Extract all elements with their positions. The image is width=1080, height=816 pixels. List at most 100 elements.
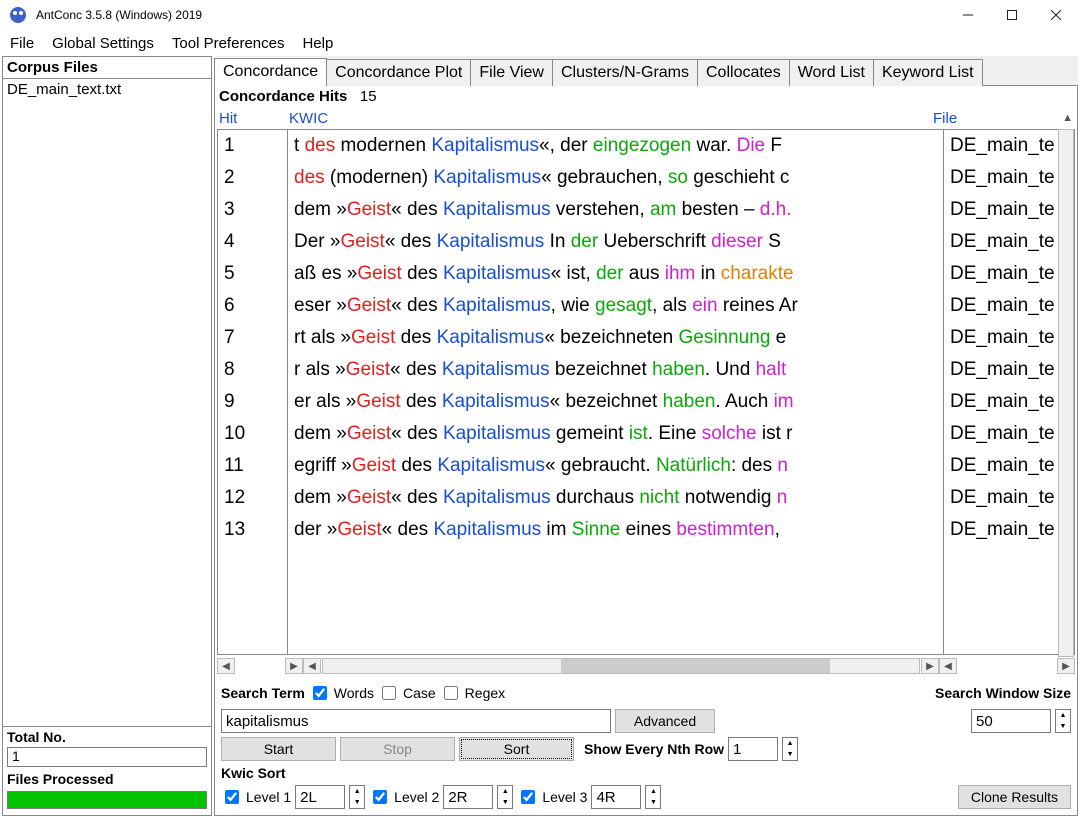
level2-input[interactable] xyxy=(443,785,493,809)
start-button[interactable]: Start xyxy=(221,737,336,761)
kwic-line[interactable]: r als »Geist« des Kapitalismus bezeichne… xyxy=(288,354,943,386)
level1-label: Level 1 xyxy=(246,789,291,805)
hit-number: 4 xyxy=(218,226,287,258)
tab-clusters[interactable]: Clusters/N-Grams xyxy=(552,59,698,86)
file-list-item[interactable]: DE_main_text.txt xyxy=(7,81,207,98)
level1-spinner[interactable]: ▲▼ xyxy=(349,785,365,809)
scroll-up-icon[interactable]: ▲ xyxy=(1062,112,1073,124)
hit-number: 6 xyxy=(218,290,287,322)
concordance-hits-header: Concordance Hits 15 xyxy=(215,86,1077,107)
clone-results-button[interactable]: Clone Results xyxy=(958,785,1071,809)
file-cell[interactable]: DE_main_te xyxy=(944,194,1074,226)
vertical-scrollbar[interactable] xyxy=(1058,129,1074,657)
level2-spinner[interactable]: ▲▼ xyxy=(497,785,513,809)
hit-number: 10 xyxy=(218,418,287,450)
hit-number: 8 xyxy=(218,354,287,386)
level1-input[interactable] xyxy=(295,785,345,809)
search-input[interactable] xyxy=(221,709,611,733)
scroll-left-icon[interactable]: ◀ xyxy=(217,658,235,674)
hit-number: 11 xyxy=(218,450,287,482)
app-icon xyxy=(6,3,30,27)
scroll-left-icon[interactable]: ◀ xyxy=(939,658,957,674)
words-label: Words xyxy=(334,685,374,701)
regex-checkbox[interactable] xyxy=(444,686,458,700)
kwic-line[interactable]: egriff »Geist des Kapitalismus« gebrauch… xyxy=(288,450,943,482)
kwic-line[interactable]: dem »Geist« des Kapitalismus durchaus ni… xyxy=(288,482,943,514)
case-checkbox[interactable] xyxy=(382,686,396,700)
hit-number: 1 xyxy=(218,130,287,162)
file-cell[interactable]: DE_main_te xyxy=(944,258,1074,290)
search-term-label: Search Term xyxy=(221,685,305,701)
kwic-line[interactable]: eser »Geist« des Kapitalismus, wie gesag… xyxy=(288,290,943,322)
search-window-size-label: Search Window Size xyxy=(935,685,1071,701)
file-cell[interactable]: DE_main_te xyxy=(944,322,1074,354)
scroll-left-icon[interactable]: ◀ xyxy=(303,658,321,674)
file-cell[interactable]: DE_main_te xyxy=(944,130,1074,162)
tab-file-view[interactable]: File View xyxy=(470,59,553,86)
tool-tabs: Concordance Concordance Plot File View C… xyxy=(214,56,1078,86)
file-cell[interactable]: DE_main_te xyxy=(944,482,1074,514)
file-list[interactable]: DE_main_text.txt xyxy=(3,79,211,726)
tab-concordance-plot[interactable]: Concordance Plot xyxy=(326,59,471,86)
sort-button[interactable]: Sort xyxy=(459,737,574,761)
tab-wordlist[interactable]: Word List xyxy=(789,59,874,86)
maximize-button[interactable] xyxy=(990,0,1034,30)
file-cell[interactable]: DE_main_te xyxy=(944,290,1074,322)
tab-keywordlist[interactable]: Keyword List xyxy=(873,59,983,86)
stop-button[interactable]: Stop xyxy=(340,737,455,761)
close-button[interactable] xyxy=(1034,0,1078,30)
menu-help[interactable]: Help xyxy=(296,33,345,54)
scroll-right-icon[interactable]: ▶ xyxy=(1057,658,1075,674)
menu-file[interactable]: File xyxy=(4,33,46,54)
kwic-line[interactable]: der »Geist« des Kapitalismus im Sinne ei… xyxy=(288,514,943,546)
kwic-line[interactable]: aß es »Geist des Kapitalismus« ist, der … xyxy=(288,258,943,290)
file-cell[interactable]: DE_main_te xyxy=(944,514,1074,546)
level3-input[interactable] xyxy=(591,785,641,809)
tab-concordance[interactable]: Concordance xyxy=(214,58,327,86)
nth-row-spinner[interactable]: ▲▼ xyxy=(782,737,798,761)
kwic-line[interactable]: rt als »Geist des Kapitalismus« bezeichn… xyxy=(288,322,943,354)
header-file[interactable]: File xyxy=(933,110,1073,127)
file-cell[interactable]: DE_main_te xyxy=(944,418,1074,450)
corpus-files-header: Corpus Files xyxy=(3,57,211,79)
file-cell[interactable]: DE_main_te xyxy=(944,162,1074,194)
hit-number: 9 xyxy=(218,386,287,418)
hit-number: 13 xyxy=(218,514,287,546)
minimize-button[interactable] xyxy=(946,0,990,30)
header-hit[interactable]: Hit xyxy=(219,110,289,127)
nth-row-input[interactable] xyxy=(728,737,778,761)
file-cell[interactable]: DE_main_te xyxy=(944,386,1074,418)
kwic-line[interactable]: dem »Geist« des Kapitalismus verstehen, … xyxy=(288,194,943,226)
words-checkbox[interactable] xyxy=(313,686,327,700)
window-titlebar: AntConc 3.5.8 (Windows) 2019 xyxy=(0,0,1080,30)
level3-checkbox[interactable] xyxy=(521,790,535,804)
hit-number: 2 xyxy=(218,162,287,194)
level1-checkbox[interactable] xyxy=(225,790,239,804)
kwic-line[interactable]: Der »Geist« des Kapitalismus In der Uebe… xyxy=(288,226,943,258)
file-cell[interactable]: DE_main_te xyxy=(944,450,1074,482)
menu-global-settings[interactable]: Global Settings xyxy=(46,33,166,54)
scroll-right-icon[interactable]: ▶ xyxy=(921,658,939,674)
window-size-spinner[interactable]: ▲▼ xyxy=(1055,709,1071,733)
header-kwic[interactable]: KWIC xyxy=(289,110,933,127)
file-cell[interactable]: DE_main_te xyxy=(944,226,1074,258)
tab-collocates[interactable]: Collocates xyxy=(697,59,790,86)
hit-number: 12 xyxy=(218,482,287,514)
kwic-line[interactable]: des (modernen) Kapitalismus« gebrauchen,… xyxy=(288,162,943,194)
window-size-input[interactable] xyxy=(971,709,1051,733)
advanced-button[interactable]: Advanced xyxy=(615,709,715,733)
kwic-scrollbar[interactable] xyxy=(322,658,920,674)
results-grid[interactable]: 12345678910111213 t des modernen Kapital… xyxy=(217,129,1075,655)
menu-tool-preferences[interactable]: Tool Preferences xyxy=(166,33,297,54)
progress-bar xyxy=(7,791,207,809)
kwic-line[interactable]: t des modernen Kapitalismus«, der eingez… xyxy=(288,130,943,162)
level3-spinner[interactable]: ▲▼ xyxy=(645,785,661,809)
kwic-line[interactable]: dem »Geist« des Kapitalismus gemeint ist… xyxy=(288,418,943,450)
level2-checkbox[interactable] xyxy=(373,790,387,804)
kwic-line[interactable]: er als »Geist des Kapitalismus« bezeichn… xyxy=(288,386,943,418)
menubar: File Global Settings Tool Preferences He… xyxy=(0,30,1080,56)
file-cell[interactable]: DE_main_te xyxy=(944,354,1074,386)
total-no-value: 1 xyxy=(7,747,207,767)
scroll-right-icon[interactable]: ▶ xyxy=(285,658,303,674)
level3-label: Level 3 xyxy=(542,789,587,805)
